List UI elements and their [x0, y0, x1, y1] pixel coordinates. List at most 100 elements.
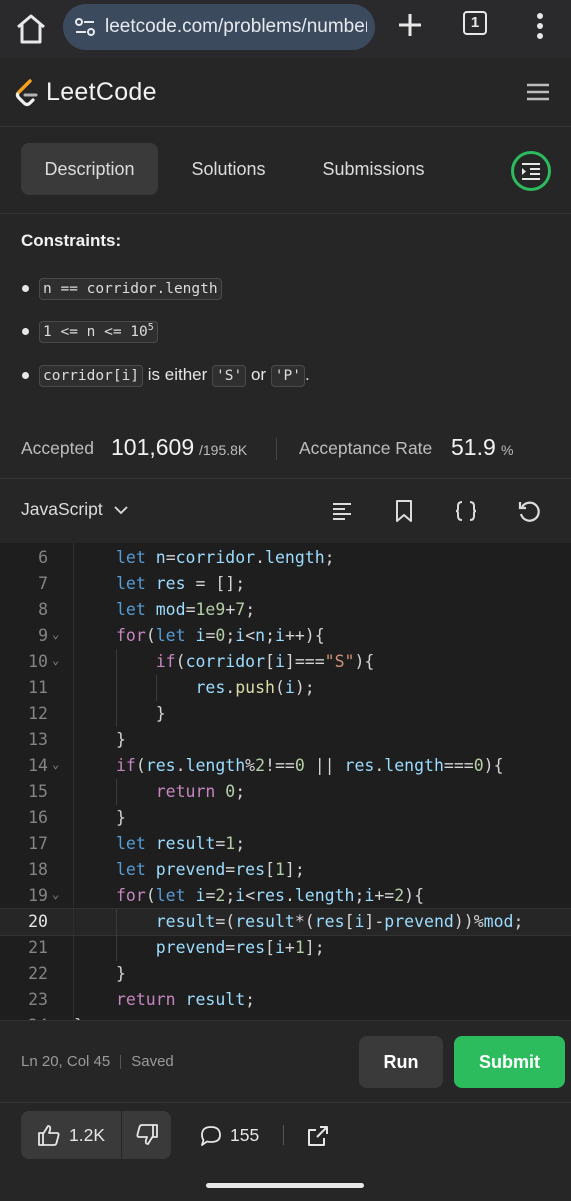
language-selector[interactable]: JavaScript — [21, 499, 128, 520]
like-count: 1.2K — [69, 1125, 105, 1145]
indent-guide — [116, 649, 117, 727]
bottom-action-bar: 1.2K 155 — [0, 1102, 571, 1201]
code-line[interactable]: 9 ⌄ for(let i=0;i<n;i++){ — [0, 623, 571, 649]
code-line[interactable]: 13} — [0, 727, 571, 753]
code-line[interactable]: 18 let prevend=res[1]; — [0, 857, 571, 883]
layout-toggle-button[interactable] — [511, 151, 551, 191]
language-label: JavaScript — [21, 499, 103, 519]
cursor-position: Ln 20, Col 45 — [21, 1053, 111, 1070]
menu-icon[interactable] — [526, 82, 550, 102]
inline-code: 'S' — [212, 365, 247, 387]
line-number: 16 — [28, 808, 48, 827]
code-line[interactable]: 24} — [0, 1013, 571, 1020]
indent-icon — [522, 163, 540, 180]
format-icon[interactable] — [330, 499, 354, 523]
fold-chevron-icon[interactable]: ⌄ — [52, 653, 59, 667]
inline-code: 'P' — [270, 365, 305, 387]
code-text: if(corridor[i]==="S"){ — [155, 652, 375, 671]
home-icon[interactable] — [14, 12, 48, 46]
fold-chevron-icon[interactable]: ⌄ — [52, 757, 59, 771]
code-line[interactable]: 19 ⌄ for(let i=2;i<res.length;i+=2){ — [0, 883, 571, 909]
accepted-value: 101,609 — [111, 434, 195, 460]
chevron-down-icon — [113, 506, 128, 515]
code-text: return 0; — [155, 782, 246, 801]
stats-divider — [276, 438, 277, 460]
vote-group: 1.2K — [21, 1111, 171, 1159]
inline-code: 1 <= n <= 105 — [39, 321, 158, 343]
tab-switcher-button[interactable]: 1 — [463, 11, 487, 35]
bar-divider — [283, 1125, 284, 1145]
tab-solutions[interactable]: Solutions — [170, 143, 287, 195]
constraint-text: is either — [143, 365, 213, 384]
code-line[interactable]: 14 ⌄ if(res.length%2!==0 || res.length===0… — [0, 753, 571, 779]
code-line[interactable]: 7 let res = []; — [0, 571, 571, 597]
thumbs-down-icon[interactable] — [135, 1123, 159, 1147]
status-divider — [120, 1055, 122, 1070]
share-icon[interactable] — [306, 1124, 330, 1148]
code-text: res.push(i); — [195, 678, 315, 697]
line-number: 9 — [38, 626, 48, 645]
acceptance-rate-value: 51.9 — [451, 434, 496, 460]
tab-submissions[interactable]: Submissions — [305, 143, 442, 195]
line-number: 17 — [28, 834, 48, 853]
line-number: 11 — [28, 678, 48, 697]
code-line[interactable]: 8 let mod=1e9+7; — [0, 597, 571, 623]
code-text: let result=1; — [116, 834, 246, 853]
code-text: if(res.length%2!==0 || res.length===0){ — [116, 756, 504, 775]
code-text: return result; — [116, 990, 256, 1009]
problem-tabs: Description Solutions Submissions — [0, 127, 571, 214]
percent-unit: % — [501, 442, 514, 458]
constraints-title: Constraints: — [21, 231, 122, 250]
code-line[interactable]: 21 prevend=res[i+1]; — [0, 935, 571, 961]
code-text: prevend=res[i+1]; — [155, 938, 325, 957]
code-line[interactable]: 15 return 0; — [0, 779, 571, 805]
exponent: 5 — [147, 322, 154, 334]
new-tab-icon[interactable] — [395, 10, 425, 40]
code-line-current[interactable]: 20 result=(result*(res[i]-prevend))%mod; — [0, 908, 571, 936]
code-line[interactable]: 23 return result; — [0, 987, 571, 1013]
thumbs-up-icon[interactable] — [37, 1123, 61, 1147]
constraint-item: 1 <= n <= 105 — [22, 321, 158, 343]
indent-guide — [116, 779, 117, 805]
code-line[interactable]: 22} — [0, 961, 571, 987]
code-line[interactable]: 12 } — [0, 701, 571, 727]
site-settings-icon[interactable] — [75, 18, 95, 36]
submit-button[interactable]: Submit — [454, 1036, 565, 1088]
bookmark-icon[interactable] — [392, 499, 416, 523]
braces-icon[interactable] — [454, 499, 478, 523]
code-line[interactable]: 10 ⌄ if(corridor[i]==="S"){ — [0, 649, 571, 675]
code-line[interactable]: 6 let n=corridor.length; — [0, 545, 571, 571]
comment-icon[interactable] — [199, 1124, 223, 1148]
code-text: } — [116, 730, 126, 749]
code-text: 1 <= n <= 10 — [43, 324, 148, 340]
bullet — [22, 328, 29, 336]
code-line[interactable]: 11 res.push(i); — [0, 675, 571, 701]
line-number: 21 — [28, 938, 48, 957]
address-bar[interactable]: leetcode.com/problems/number — [63, 4, 375, 50]
more-options-icon[interactable] — [530, 10, 550, 42]
leetcode-logo-icon[interactable] — [14, 78, 40, 108]
code-text: } — [116, 964, 126, 983]
code-editor[interactable]: 6 let n=corridor.length; 7 let res = []; 8… — [0, 543, 571, 1020]
reset-icon[interactable] — [517, 499, 541, 523]
code-line[interactable]: 17 let result=1; — [0, 831, 571, 857]
code-line[interactable]: 16} — [0, 805, 571, 831]
problem-description: Constraints: n == corridor.length 1 <= n… — [0, 214, 571, 478]
save-status: Saved — [131, 1053, 174, 1070]
constraint-text: . — [304, 365, 310, 384]
site-header: LeetCode — [0, 58, 571, 127]
code-text: let mod=1e9+7; — [116, 600, 256, 619]
run-button[interactable]: Run — [359, 1036, 443, 1088]
code-text: let n=corridor.length; — [116, 548, 335, 567]
fold-chevron-icon[interactable]: ⌄ — [52, 627, 59, 641]
editor-footer: Ln 20, Col 45 Saved Run Submit — [0, 1020, 571, 1103]
comment-count: 155 — [230, 1125, 260, 1145]
fold-chevron-icon[interactable]: ⌄ — [52, 887, 59, 901]
inline-code: corridor[i] — [39, 365, 144, 387]
total-submissions: /195.8K — [199, 442, 248, 458]
tab-description[interactable]: Description — [21, 143, 158, 195]
bullet — [22, 372, 29, 380]
gesture-navigation-bar[interactable] — [206, 1183, 364, 1188]
line-number: 23 — [28, 990, 48, 1009]
indent-guide — [116, 909, 117, 961]
